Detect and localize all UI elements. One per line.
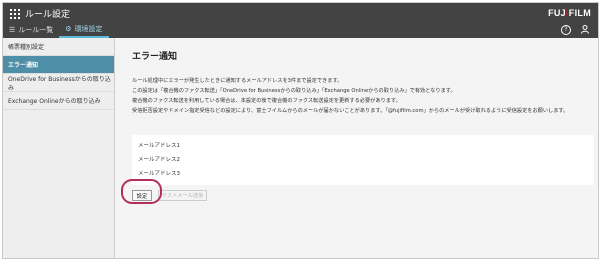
main-content: エラー通知 ルール処理中にエラーが発生したときに通知するメールアドレスを3件まで… (116, 38, 598, 258)
tab-rule-list[interactable]: ☰ ルール一覧 (3, 22, 59, 38)
sidebar-item-exchange-import[interactable]: Exchange Onlineからの取り込み (3, 92, 114, 110)
description-line: ルール処理中にエラーが発生したときに通知するメールアドレスを3件まで設定できます… (132, 78, 343, 84)
brand-logo: FUJIFILM (548, 8, 591, 18)
email-address-3-label[interactable]: メールアドレス3 (138, 169, 180, 177)
app-header: ルール設定 FUJIFILM ☰ ルール一覧 ⚙ 環境設定 ? (3, 3, 598, 38)
send-test-mail-button[interactable]: テストメール送信 (158, 190, 207, 201)
email-address-panel: メールアドレス1 メールアドレス2 メールアドレス3 (132, 135, 594, 185)
sidebar-item-form-type-settings[interactable]: 帳票種別設定 (3, 38, 114, 56)
user-icon[interactable] (580, 25, 590, 35)
description-line: この設定は「複合機のファクス転送」「OneDrive for Businessか… (132, 88, 456, 94)
list-icon: ☰ (9, 26, 16, 34)
app-title: ルール設定 (25, 10, 71, 20)
description-line: 受信拒否設定やドメイン指定受信などの設定により、富士フイルムからのメールが届かな… (132, 108, 569, 114)
sidebar-item-onedrive-import[interactable]: OneDrive for Businessからの取り込み (3, 74, 114, 92)
gear-icon: ⚙ (65, 25, 72, 33)
sidebar: 帳票種別設定 エラー通知 OneDrive for Businessからの取り込… (3, 38, 115, 258)
set-button[interactable]: 設定 (132, 190, 152, 201)
email-address-1-label[interactable]: メールアドレス1 (138, 141, 180, 149)
email-address-2-label[interactable]: メールアドレス2 (138, 155, 180, 163)
app-window: ルール設定 FUJIFILM ☰ ルール一覧 ⚙ 環境設定 ? 帳票種別設定 エ… (2, 2, 599, 259)
tab-environment-settings[interactable]: ⚙ 環境設定 (59, 22, 109, 38)
grid-menu-icon[interactable] (10, 9, 20, 19)
help-icon[interactable]: ? (561, 25, 571, 35)
header-tabs: ☰ ルール一覧 ⚙ 環境設定 (3, 22, 109, 38)
sidebar-item-error-notification[interactable]: エラー通知 (3, 56, 114, 74)
description-line: 複合機のファクス転送を利用している場合は、本設定の後で複合機のファクス転送設定を… (132, 98, 401, 104)
description: ルール処理中にエラーが発生したときに通知するメールアドレスを3件まで設定できます… (132, 76, 592, 116)
tab-environment-settings-label: 環境設定 (74, 25, 103, 33)
tab-rule-list-label: ルール一覧 (18, 26, 54, 34)
page-title: エラー通知 (132, 52, 178, 62)
